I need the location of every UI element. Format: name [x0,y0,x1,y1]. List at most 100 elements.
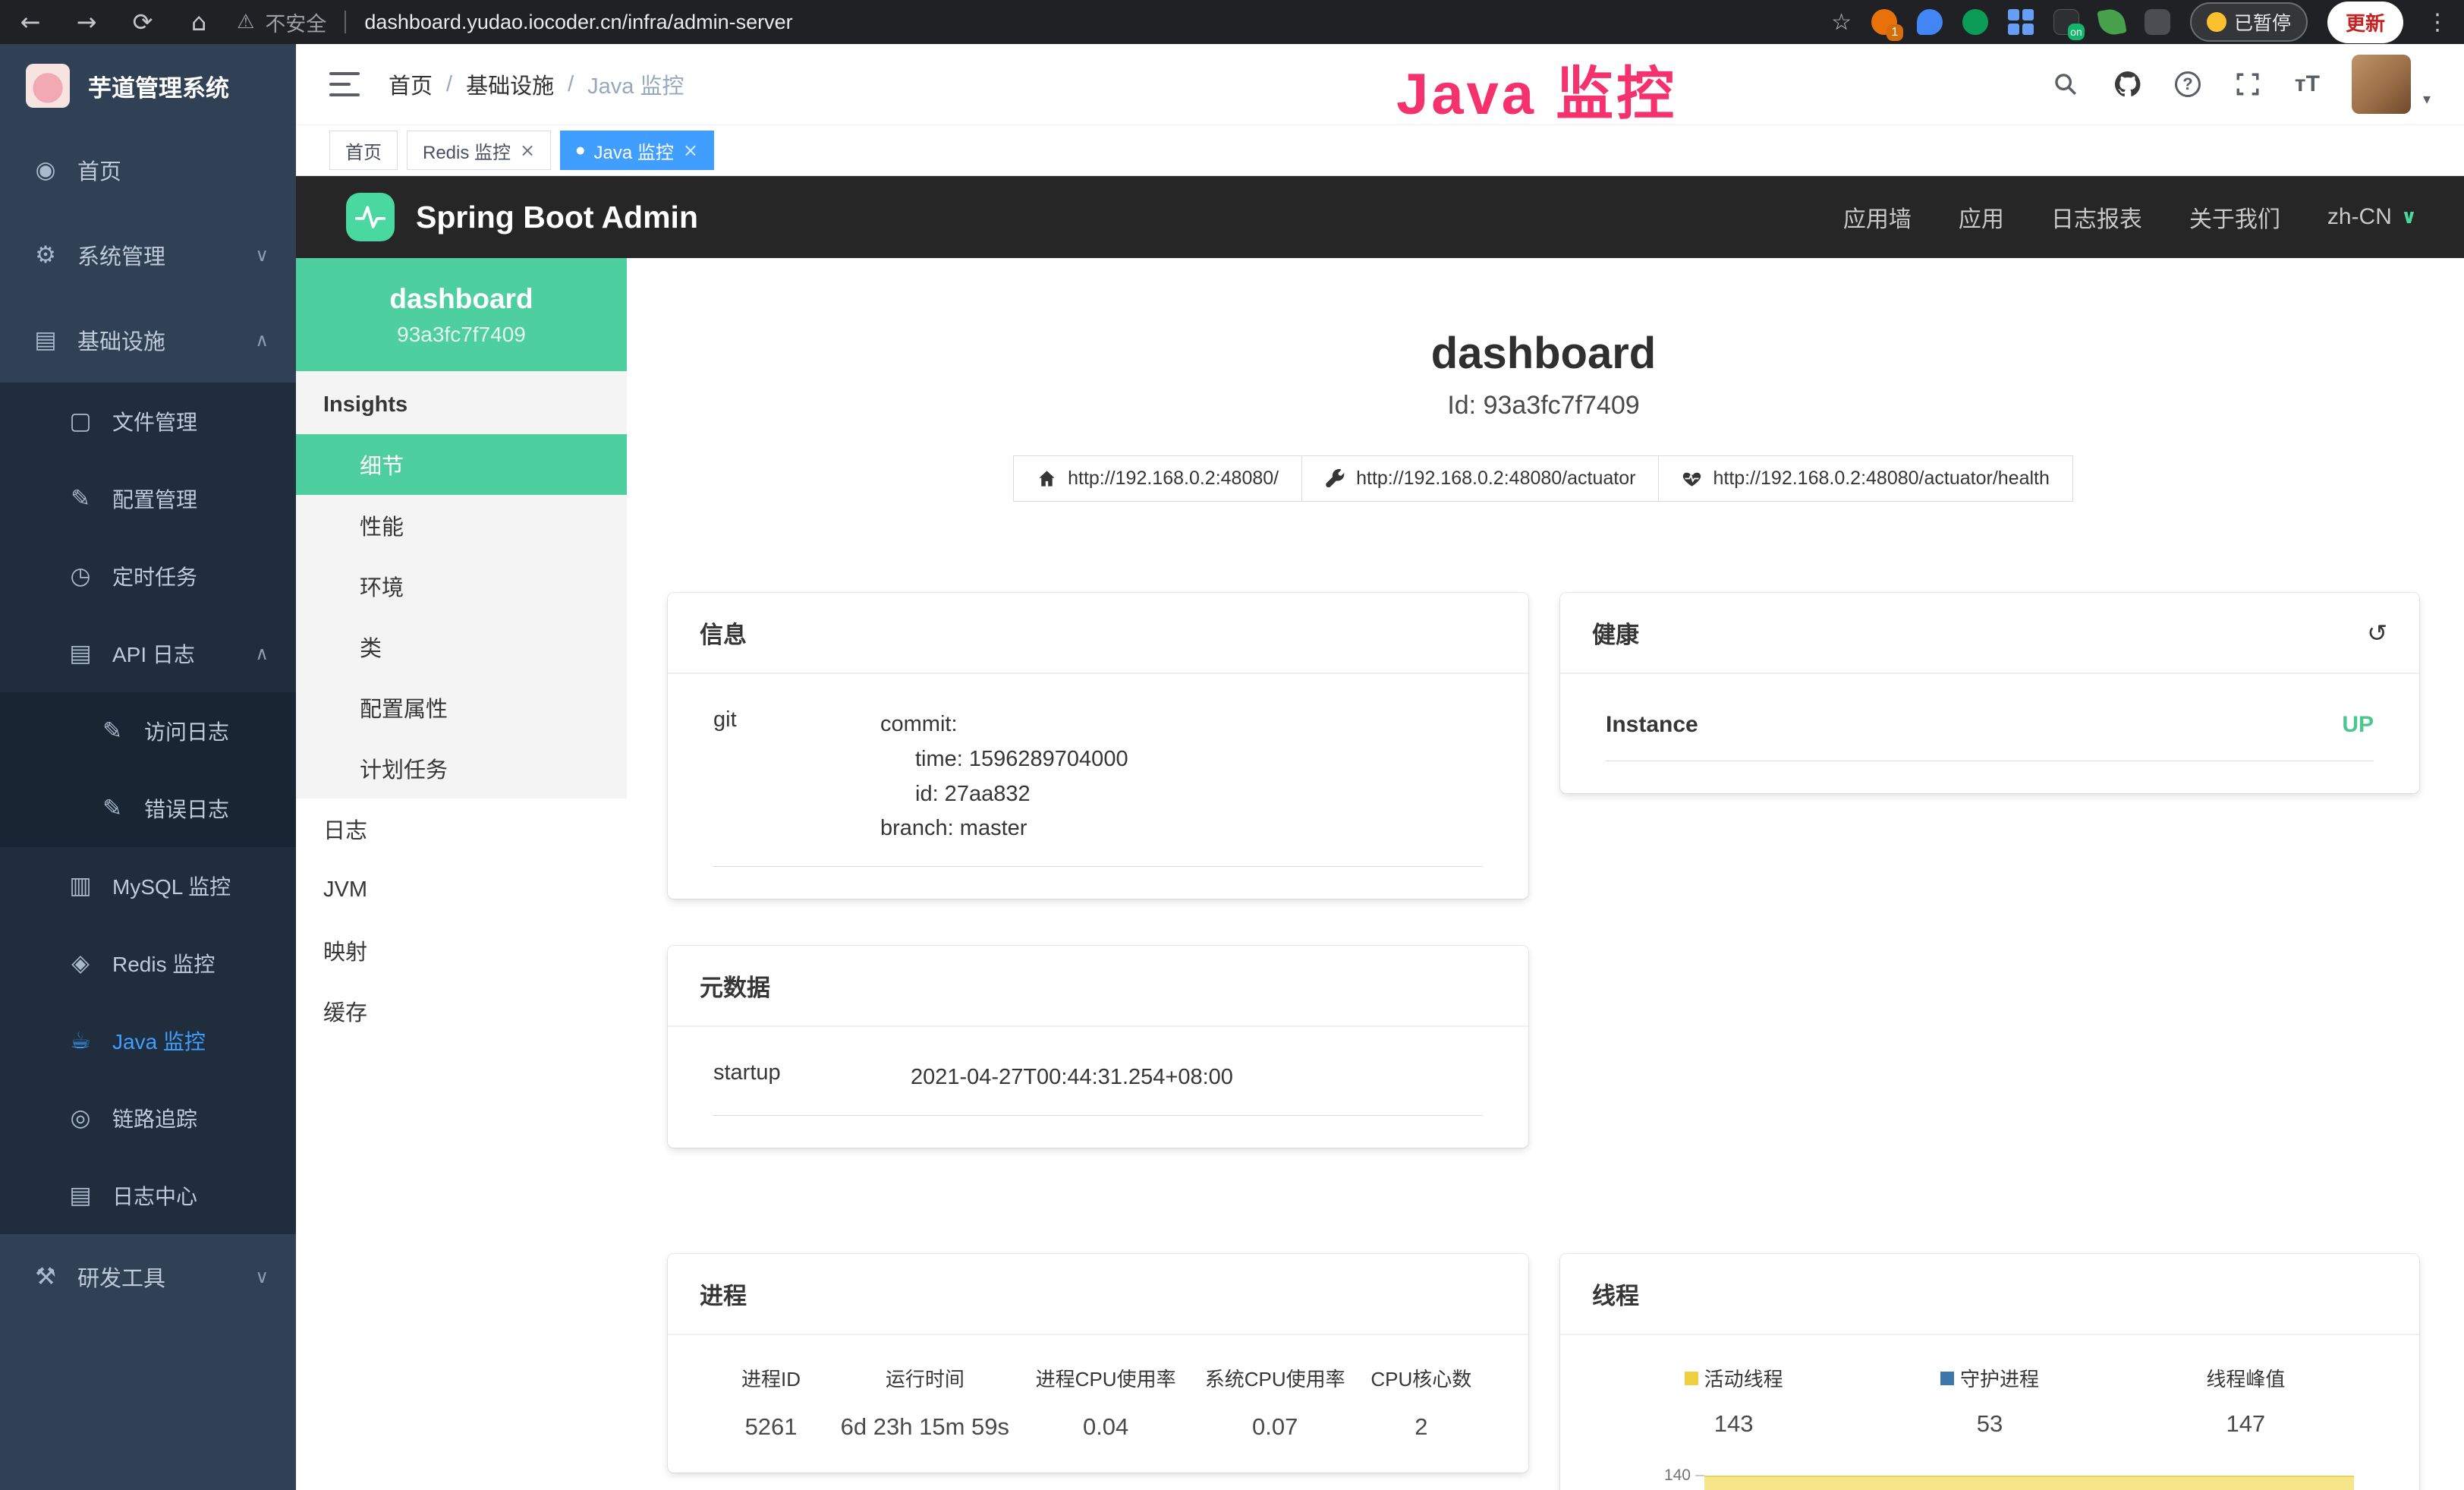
tab-java-monitor[interactable]: ● Java 监控 × [560,131,714,170]
active-dot-icon: ● [576,145,584,156]
extension-icon-orange[interactable]: 1 [1871,9,1897,35]
instance-header[interactable]: dashboard 93a3fc7f7409 [296,258,627,371]
sba-nav-applications[interactable]: 应用 [1959,200,2004,234]
sba-locale-select[interactable]: zh-CN ∨ [2327,204,2417,230]
health-instance-label: Instance [1606,712,1698,738]
metadata-card: 元数据 startup 2021-04-27T00:44:31.254+08:0… [668,946,1528,1148]
sidebar-item-dev-tools[interactable]: ⚒ 研发工具 ∨ [0,1234,296,1319]
health-url-button[interactable]: http://192.168.0.2:48080/actuator/health [1658,455,2072,502]
breadcrumb-infra[interactable]: 基础设施 [466,68,554,100]
extension-icon-pin[interactable] [2145,9,2170,35]
sba-nav-wallboard[interactable]: 应用墙 [1843,200,1912,234]
sba-item-logs[interactable]: 日志 [296,799,627,859]
sba-item-mappings[interactable]: 映射 [296,920,627,981]
sidebar-item-access-logs[interactable]: ✎ 访问日志 [0,692,296,770]
sidebar-item-log-center[interactable]: ▤ 日志中心 [0,1157,296,1234]
extension-icon-drop[interactable] [1917,9,1943,35]
tab-redis-monitor[interactable]: Redis 监控 × [407,131,551,170]
sidebar-item-error-logs[interactable]: ✎ 错误日志 [0,770,296,847]
extension-icon-dark[interactable]: on [2053,9,2079,35]
threads-card: 线程 活动线程 143 [1560,1254,2419,1490]
page-title: dashboard [668,328,2419,379]
font-size-icon[interactable]: тT [2295,71,2320,97]
tools-icon: ⚒ [32,1263,59,1290]
update-button[interactable]: 更新 [2327,2,2403,43]
sidebar-item-java-monitor[interactable]: ☕ Java 监控 [0,1002,296,1079]
tag-tabs-bar: 首页 Redis 监控 × ● Java 监控 × [296,125,2464,176]
sidebar-toggle-icon[interactable] [329,72,360,96]
extension-icon-leaf[interactable] [2097,7,2126,36]
extension-icon-green[interactable] [1962,9,1988,35]
app-title: 芋道管理系统 [88,69,229,103]
tab-label: Redis 监控 [423,137,511,164]
health-card: 健康 ↺ Instance UP [1560,593,2419,793]
metadata-row-startup: startup 2021-04-27T00:44:31.254+08:00 [713,1033,1483,1116]
sidebar-item-file-mgmt[interactable]: ▢ 文件管理 [0,383,296,460]
breadcrumb: 首页 / 基础设施 / Java 监控 [389,68,684,100]
wrench-icon [1325,468,1345,489]
gear-icon: ⚙ [32,241,59,269]
bookmark-star-icon[interactable]: ☆ [1831,9,1852,36]
sidebar-item-home[interactable]: ◉ 首页 [0,128,296,213]
legend-peak-label: 线程峰值 [2206,1364,2285,1392]
service-url-button[interactable]: http://192.168.0.2:48080/ [1013,455,1302,502]
sba-item-scheduled-tasks[interactable]: 计划任务 [296,738,627,799]
forward-icon[interactable]: → [71,8,102,36]
sidebar-item-redis-monitor[interactable]: ◈ Redis 监控 [0,925,296,1002]
close-icon[interactable]: × [520,140,535,161]
github-icon[interactable] [2113,69,2143,99]
extension-icon-grid[interactable] [2008,9,2034,35]
threads-card-title: 线程 [1592,1277,1639,1311]
tab-home[interactable]: 首页 [329,131,398,170]
reload-icon[interactable]: ⟳ [127,8,158,36]
sba-sidebar: dashboard 93a3fc7f7409 Insights 细节 性能 环境… [296,258,627,1490]
sba-nav-about[interactable]: 关于我们 [2189,200,2280,234]
sba-item-classes[interactable]: 类 [296,616,627,677]
home-icon [1037,468,1057,489]
app-logo-row[interactable]: 芋道管理系统 [0,44,296,128]
history-icon[interactable]: ↺ [2367,619,2387,647]
process-col-uptime: 运行时间 [835,1364,1015,1392]
address-bar[interactable]: ⚠ 不安全 dashboard.yudao.iocoder.cn/infra/a… [237,8,793,37]
sba-item-caches[interactable]: 缓存 [296,981,627,1041]
sidebar-item-api-logs[interactable]: ▤ API 日志 ∧ [0,615,296,692]
on-badge: on [2068,24,2085,40]
legend-daemon-label[interactable]: 守护进程 [1960,1364,2039,1392]
paused-badge[interactable]: 已暂停 [2190,2,2308,42]
browser-menu-icon[interactable]: ⋮ [2426,9,2449,36]
url-text[interactable]: dashboard.yudao.iocoder.cn/infra/admin-s… [364,11,792,34]
search-icon[interactable] [2050,69,2081,99]
git-time-line: time: 1596289704000 [880,742,1128,777]
breadcrumb-home[interactable]: 首页 [389,68,433,100]
instance-name: dashboard [389,283,533,315]
instance-id: 93a3fc7f7409 [397,323,526,347]
sba-nav-journal[interactable]: 日志报表 [2051,200,2142,234]
back-icon[interactable]: ← [15,8,46,36]
sidebar-item-label: 文件管理 [112,406,197,436]
actuator-url-button[interactable]: http://192.168.0.2:48080/actuator [1301,455,1659,502]
sidebar-item-scheduled-jobs[interactable]: ◷ 定时任务 [0,537,296,615]
sidebar-item-infra[interactable]: ▤ 基础设施 ∧ [0,298,296,383]
sba-item-metrics[interactable]: 性能 [296,495,627,556]
sidebar-item-mysql-monitor[interactable]: ▥ MySQL 监控 [0,847,296,925]
sidebar-item-tracing[interactable]: ◎ 链路追踪 [0,1079,296,1157]
sidebar-item-config-mgmt[interactable]: ✎ 配置管理 [0,460,296,537]
sidebar-item-system[interactable]: ⚙ 系统管理 ∨ [0,213,296,298]
tab-label: Java 监控 [593,137,673,164]
breadcrumb-separator: / [568,72,574,97]
fullscreen-icon[interactable] [2233,69,2263,99]
redis-icon: ◈ [67,950,94,977]
sba-item-environment[interactable]: 环境 [296,556,627,616]
sba-item-details[interactable]: 细节 [296,434,627,495]
sba-item-configprops[interactable]: 配置属性 [296,677,627,738]
health-row-instance[interactable]: Instance UP [1606,680,2374,761]
close-icon[interactable]: × [683,140,698,161]
document-icon: ✎ [99,795,126,822]
metadata-key: startup [713,1060,911,1095]
user-avatar[interactable] [2352,55,2411,114]
browser-home-icon[interactable]: ⌂ [184,8,214,36]
legend-active-label[interactable]: 活动线程 [1704,1364,1783,1392]
paused-label: 已暂停 [2234,8,2291,36]
sba-item-jvm[interactable]: JVM [296,859,627,920]
help-icon[interactable]: ? [2175,71,2201,97]
